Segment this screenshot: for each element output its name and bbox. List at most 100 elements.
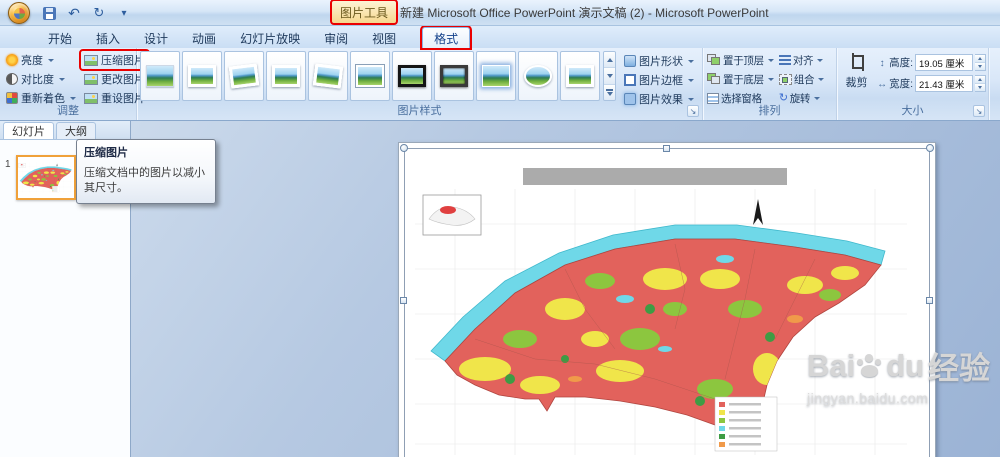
qat-customize-button[interactable]: [115, 4, 133, 22]
picture-style-option[interactable]: [182, 51, 222, 101]
send-to-back-icon: [707, 73, 721, 85]
ribbon-tab-strip: 开始 插入 设计 动画 幻灯片放映 审阅 视图 格式: [0, 25, 1000, 50]
picture-style-option[interactable]: [266, 51, 306, 101]
group-label-picture-styles: 图片样式: [397, 105, 442, 117]
change-picture-icon: [84, 73, 98, 85]
picture-style-preview: [188, 65, 216, 87]
selection-handle-top-left[interactable]: [400, 144, 408, 152]
gallery-more-button[interactable]: [604, 84, 615, 100]
map-title-placeholder: [523, 168, 787, 185]
contrast-button[interactable]: 对比度: [3, 70, 79, 88]
picture-style-option[interactable]: [308, 51, 348, 101]
picture-shape-icon: [624, 55, 636, 67]
slide[interactable]: [398, 142, 936, 457]
picture-style-preview: [355, 64, 385, 88]
picture-style-option[interactable]: [560, 51, 600, 101]
height-input[interactable]: 19.05 厘米: [915, 54, 973, 71]
picture-style-option[interactable]: [392, 51, 432, 101]
picture-styles-gallery: [140, 51, 600, 101]
tab-slides[interactable]: 幻灯片: [3, 122, 54, 139]
crop-label: 裁剪: [845, 77, 868, 89]
tab-outline[interactable]: 大纲: [56, 122, 96, 139]
brightness-label: 亮度: [21, 55, 43, 67]
height-stepper[interactable]: [975, 54, 986, 71]
group-arrange: 置于顶层 置于底层 选择窗格 对齐 组合 旋转 排列: [703, 48, 837, 120]
save-button[interactable]: [40, 4, 58, 22]
stepper-down-icon: [975, 63, 985, 70]
gallery-scroll-down-button[interactable]: [604, 68, 615, 85]
tooltip-body: 压缩文档中的图片以减小其尺寸。: [84, 167, 205, 194]
selection-handle-top-center[interactable]: [663, 145, 670, 152]
bring-to-front-button[interactable]: 置于顶层: [705, 51, 776, 69]
redo-button[interactable]: [90, 4, 108, 22]
tab-animations[interactable]: 动画: [180, 27, 228, 48]
picture-style-option[interactable]: [224, 51, 264, 101]
group-button[interactable]: 组合: [777, 70, 826, 88]
width-input[interactable]: 21.43 厘米: [915, 75, 973, 92]
picture-style-option[interactable]: [518, 51, 558, 101]
group-size: 裁剪 高度: 19.05 厘米 宽度: 21.43 厘米: [837, 48, 989, 120]
tab-home[interactable]: 开始: [36, 27, 84, 48]
selection-handle-middle-right[interactable]: [926, 297, 933, 304]
group-label-text: 组合: [793, 73, 815, 86]
tab-review[interactable]: 审阅: [312, 27, 360, 48]
baidu-paw-icon: [857, 352, 884, 379]
watermark-url: jingyan.baidu.com: [807, 390, 929, 406]
width-stepper[interactable]: [975, 75, 986, 92]
picture-shape-button[interactable]: 图片形状: [621, 52, 697, 70]
stepper-up-icon: [975, 55, 985, 63]
window-title: 新建 Microsoft Office PowerPoint 演示文稿 (2) …: [400, 6, 769, 20]
title-bar: 图片工具 新建 Microsoft Office PowerPoint 演示文稿…: [0, 0, 1000, 26]
quick-access-toolbar: [40, 4, 133, 22]
chevron-down-icon: [121, 7, 126, 19]
arrow-up-icon: [606, 57, 613, 62]
tab-slideshow[interactable]: 幻灯片放映: [228, 27, 312, 48]
compress-pictures-tooltip: 压缩图片 压缩文档中的图片以减小其尺寸。: [76, 139, 216, 204]
picture-style-preview: [272, 65, 300, 87]
watermark-brand-prefix: Bai: [807, 347, 856, 383]
group-label-arrange: 排列: [758, 105, 781, 117]
contrast-label: 对比度: [21, 74, 54, 86]
tab-view[interactable]: 视图: [360, 27, 408, 48]
picture-style-preview: [398, 65, 426, 87]
tab-design[interactable]: 设计: [132, 27, 180, 48]
group-label-size: 大小: [901, 105, 924, 117]
selection-handle-middle-left[interactable]: [400, 297, 407, 304]
watermark-brand-cn: 经验: [928, 351, 991, 386]
slide-canvas[interactable]: Bai du 经验 jingyan.baidu.com: [131, 121, 1000, 457]
compress-pictures-icon: [84, 54, 98, 66]
landuse-map-picture[interactable]: [415, 189, 907, 455]
height-icon: [877, 57, 887, 69]
picture-style-option[interactable]: [434, 51, 474, 101]
watermark-brand: Bai du 经验: [807, 343, 1000, 388]
bring-to-front-label: 置于顶层: [723, 54, 764, 67]
picture-style-option[interactable]: [350, 51, 390, 101]
office-logo-icon: [14, 8, 25, 19]
picture-style-preview: [312, 63, 344, 89]
arrow-down-icon: [606, 73, 613, 78]
picture-border-icon: [624, 74, 636, 86]
picture-style-option[interactable]: [476, 51, 516, 101]
undo-button[interactable]: [65, 4, 83, 22]
brightness-button[interactable]: 亮度: [3, 51, 79, 69]
slide-thumbnail[interactable]: [16, 155, 76, 200]
tab-insert[interactable]: 插入: [84, 27, 132, 48]
slide-number: 1: [5, 159, 11, 170]
align-label: 对齐: [792, 54, 814, 67]
size-dialog-launcher[interactable]: [973, 105, 985, 117]
height-label: 高度:: [889, 57, 913, 69]
picture-styles-dialog-launcher[interactable]: [687, 105, 699, 117]
tab-format[interactable]: 格式: [420, 25, 473, 50]
office-button[interactable]: [8, 2, 30, 24]
gallery-scroll-up-button[interactable]: [604, 52, 615, 69]
group-adjust: 亮度 对比度 重新着色 压缩图片 更改图片 重设图片 调整: [0, 48, 150, 120]
send-to-back-button[interactable]: 置于底层: [705, 70, 776, 88]
crop-button[interactable]: 裁剪: [841, 51, 872, 90]
width-label: 宽度:: [889, 78, 913, 90]
picture-style-option[interactable]: [140, 51, 180, 101]
align-button[interactable]: 对齐: [777, 51, 826, 69]
selection-handle-top-right[interactable]: [926, 144, 934, 152]
group-picture-styles: 图片形状 图片边框 图片效果 图片样式: [137, 48, 703, 120]
picture-border-button[interactable]: 图片边框: [621, 71, 697, 89]
watermark: Bai du 经验 jingyan.baidu.com: [807, 343, 1000, 407]
